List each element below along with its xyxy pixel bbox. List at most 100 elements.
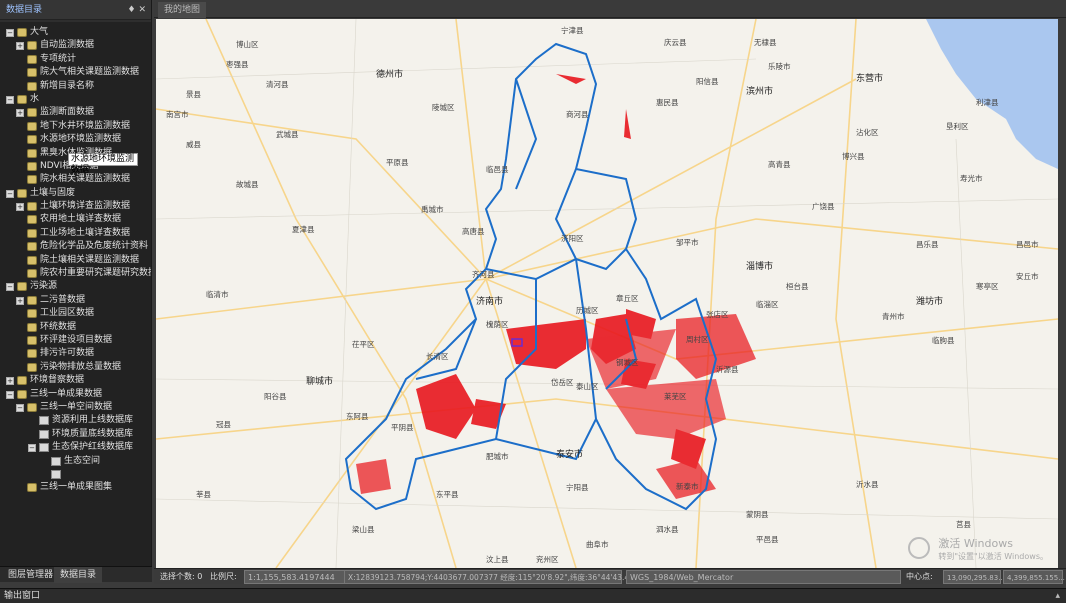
tree-node[interactable]: + 环境督察数据 bbox=[0, 374, 151, 387]
output-window-label: 输出窗口 bbox=[4, 591, 41, 601]
expand-icon[interactable]: + bbox=[16, 109, 24, 118]
tree-node[interactable]: 环境质量底线数据库 bbox=[0, 428, 151, 441]
tree-node[interactable]: 污染物排放总量数据 bbox=[0, 361, 151, 374]
tree-node[interactable]: 环评建设项目数据 bbox=[0, 334, 151, 347]
place-label: 宁阳县 bbox=[566, 483, 589, 492]
tree-node[interactable]: 农用地土壤详查数据 bbox=[0, 213, 151, 226]
place-label: 汶上县 bbox=[486, 555, 509, 564]
place-label: 茌平区 bbox=[352, 340, 375, 349]
place-label: 兖州区 bbox=[536, 555, 559, 564]
tree-node[interactable]: + 自动监测数据 bbox=[0, 39, 151, 52]
tree-node[interactable]: 工业场地土壤详查数据 bbox=[0, 227, 151, 240]
tree-node[interactable]: − 大气 bbox=[0, 26, 151, 39]
center-y[interactable]: 4,399,855.155... bbox=[1003, 570, 1065, 584]
tree-node[interactable]: − 水 bbox=[0, 93, 151, 106]
watermark-subtitle: 转到"设置"以激活 Windows。 bbox=[938, 552, 1048, 561]
database-icon bbox=[27, 269, 37, 279]
place-label: 周村区 bbox=[686, 335, 709, 344]
expand-icon[interactable]: + bbox=[6, 377, 14, 386]
database-icon bbox=[17, 94, 27, 104]
place-label: 利津县 bbox=[976, 98, 999, 107]
tree-node-label: 危险化学品及危废统计资料 bbox=[40, 241, 149, 252]
database-icon bbox=[27, 295, 37, 305]
place-label: 武城县 bbox=[276, 130, 299, 139]
map-view[interactable]: 德州市 滨州市 东营市 淄博市 潍坊市 聊城市 泰安市 济南市 商河县 惠民县 临邑县 济阳区 章丘区长… bbox=[156, 19, 1058, 568]
catalog-tree[interactable]: − 大气 + 自动监测数据 专项统计 院大气相关课题监测数据 新增目录名称 − 水 + 监测断面数据… bbox=[0, 22, 151, 567]
tree-node[interactable]: 院大气相关课题监测数据 bbox=[0, 66, 151, 79]
tab-data-catalog[interactable]: 数据目录 bbox=[54, 567, 103, 583]
tree-node-label: 农用地土壤详查数据 bbox=[40, 214, 122, 225]
tree-node-label: 工业场地土壤详查数据 bbox=[40, 227, 131, 238]
tree-node[interactable]: 工业园区数据 bbox=[0, 307, 151, 320]
place-label: 齐河县 bbox=[472, 270, 495, 279]
center-x[interactable]: 13,090,295.83... bbox=[943, 570, 1005, 584]
place-label: 泗水县 bbox=[656, 525, 679, 534]
expand-icon[interactable]: + bbox=[16, 42, 24, 51]
tree-node-label: 三线一单成果图集 bbox=[40, 482, 113, 493]
tree-node[interactable]: 危险化学品及危废统计资料 bbox=[0, 240, 151, 253]
tree-node[interactable] bbox=[0, 468, 151, 481]
place-label: 蒙阴县 bbox=[746, 510, 769, 519]
collapse-icon[interactable]: − bbox=[28, 444, 36, 453]
tree-node[interactable]: + 监测断面数据 bbox=[0, 106, 151, 119]
collapse-icon[interactable]: − bbox=[6, 29, 14, 37]
tree-node[interactable]: 地下水井环境监测数据 bbox=[0, 120, 151, 133]
output-window-bar[interactable]: 输出窗口 ▴ bbox=[0, 588, 1066, 603]
tree-node-label: 大气 bbox=[30, 27, 49, 37]
tree-node[interactable]: − 污染源 bbox=[0, 280, 151, 293]
tree-node[interactable]: + 二污普数据 bbox=[0, 294, 151, 307]
tree-node[interactable]: 环统数据 bbox=[0, 321, 151, 334]
tree-node[interactable]: − 三线一单空间数据 bbox=[0, 401, 151, 414]
tree-node[interactable]: 院农村重要研究课题研究数据 bbox=[0, 267, 151, 280]
city-label: 滨州市 bbox=[746, 87, 774, 97]
tree-node-label: 环评建设项目数据 bbox=[40, 334, 113, 345]
database-icon bbox=[17, 389, 27, 399]
collapse-icon[interactable]: − bbox=[6, 390, 14, 399]
place-label: 无棣县 bbox=[754, 38, 777, 47]
tab-my-map[interactable]: 我的地图 bbox=[158, 2, 207, 18]
tree-node[interactable]: + 土壤环境详查监测数据 bbox=[0, 200, 151, 213]
database-icon bbox=[27, 108, 37, 118]
tree-node[interactable]: 资源利用上线数据库 bbox=[0, 414, 151, 427]
tree-node[interactable]: − 土壤与固废 bbox=[0, 187, 151, 200]
tree-node[interactable]: 三线一单成果图集 bbox=[0, 481, 151, 494]
place-label: 阳谷县 bbox=[264, 392, 287, 401]
tree-node[interactable]: − 三线一单成果数据 bbox=[0, 388, 151, 401]
collapse-icon[interactable]: − bbox=[6, 283, 14, 292]
collapse-icon[interactable]: − bbox=[6, 95, 14, 104]
collapse-icon[interactable]: − bbox=[6, 189, 14, 198]
status-bar: 选择个数: 0 比例尺: 1:1,155,583.4197444 ▾ X:128… bbox=[154, 568, 1066, 584]
tree-node-label: 资源利用上线数据库 bbox=[52, 415, 134, 426]
tree-node[interactable]: − 生态保护红线数据库 bbox=[0, 441, 151, 454]
tree-node[interactable]: 院土壤相关课题监测数据 bbox=[0, 254, 151, 267]
city-label: 德州市 bbox=[376, 70, 404, 80]
tree-node-label: 水 bbox=[30, 93, 40, 104]
place-label: 阳信县 bbox=[696, 77, 719, 86]
place-label: 平阴县 bbox=[391, 423, 414, 432]
collapse-icon[interactable]: − bbox=[16, 403, 24, 412]
tree-node[interactable]: 生态空间 bbox=[0, 455, 151, 468]
tree-node[interactable]: 新增目录名称 bbox=[0, 80, 151, 93]
place-label: 禹城市 bbox=[421, 205, 444, 214]
city-label: 泰安市 bbox=[556, 450, 584, 460]
place-label: 清河县 bbox=[266, 80, 289, 89]
place-label: 宁津县 bbox=[561, 26, 584, 35]
place-label: 高青县 bbox=[768, 160, 791, 169]
activation-watermark: 激活 Windows 转到"设置"以激活 Windows。 bbox=[908, 535, 1048, 562]
expand-icon[interactable]: + bbox=[16, 203, 24, 212]
tree-node[interactable]: 排污许可数据 bbox=[0, 347, 151, 360]
place-label: 平原县 bbox=[386, 158, 409, 167]
select-count: 选择个数: 0 bbox=[160, 572, 203, 581]
tree-node-label: 环统数据 bbox=[40, 321, 77, 332]
tree-node[interactable]: 水源地环境监测数据 bbox=[0, 133, 151, 146]
pin-close-icon[interactable]: ♦ ✕ bbox=[128, 0, 146, 20]
tree-node[interactable]: 专项统计 bbox=[0, 53, 151, 66]
city-label: 聊城市 bbox=[306, 377, 334, 387]
place-label: 邹平市 bbox=[676, 238, 699, 247]
tree-node-label: 三线一单空间数据 bbox=[40, 401, 113, 412]
tab-layer-manager[interactable]: 图层管理器 bbox=[2, 567, 59, 583]
expand-icon[interactable]: + bbox=[16, 296, 24, 305]
place-label: 岱岳区 bbox=[551, 378, 574, 387]
place-label: 陵城区 bbox=[432, 103, 455, 112]
expand-arrow-icon[interactable]: ▴ bbox=[1055, 589, 1060, 603]
